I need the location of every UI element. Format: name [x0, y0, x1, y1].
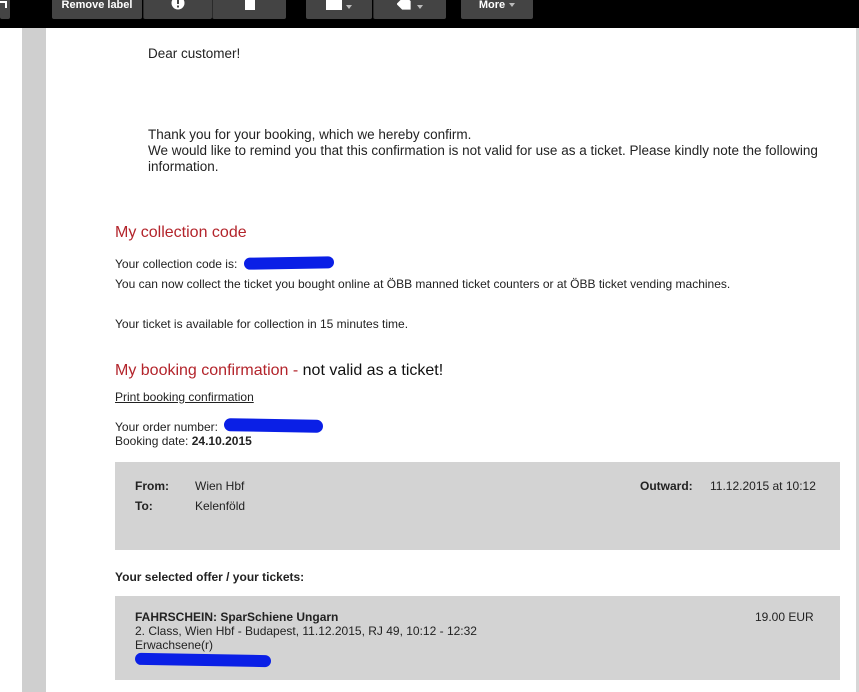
- booking-heading-black: not valid as a ticket!: [302, 362, 444, 379]
- order-number-label: Your order number:: [115, 420, 218, 434]
- booking-heading: My booking confirmation - not valid as a…: [115, 362, 443, 380]
- delete-icon: [244, 0, 255, 10]
- booking-heading-red: My booking confirmation -: [115, 362, 303, 379]
- labels-button[interactable]: [373, 0, 446, 19]
- to-label: To:: [135, 499, 153, 513]
- greeting: Dear customer!: [148, 46, 241, 61]
- outward-value: 11.12.2015 at 10:12: [710, 479, 816, 493]
- more-button[interactable]: More: [461, 0, 533, 19]
- redacted-passenger-name: [134, 652, 272, 668]
- collection-code-label: Your collection code is:: [115, 257, 238, 271]
- remind-line: We would like to remind you that this co…: [148, 143, 818, 158]
- chevron-down-icon: [417, 5, 423, 10]
- booking-date-value: 24.10.2015: [191, 434, 252, 448]
- available-info: Your ticket is available for collection …: [115, 317, 409, 331]
- left-margin: [0, 28, 22, 692]
- print-booking-link[interactable]: Print booking confirmation: [115, 390, 254, 404]
- redacted-order-number: [223, 418, 324, 433]
- left-gutter: [22, 28, 46, 692]
- print-link-wrap: Print booking confirmation: [115, 390, 254, 404]
- folder-icon: [326, 0, 342, 10]
- ticket-price: 19.00 EUR: [755, 610, 814, 624]
- remind-line-cont: information.: [148, 159, 219, 174]
- more-label: More: [478, 0, 506, 11]
- remove-label-button[interactable]: Remove label: [52, 0, 142, 19]
- report-spam-icon: [171, 0, 185, 10]
- thanks-line: Thank you for your booking, which we her…: [148, 127, 472, 142]
- from-label: From:: [135, 479, 169, 493]
- offer-heading: Your selected offer / your tickets:: [115, 570, 305, 584]
- chevron-down-icon: [346, 5, 352, 10]
- passenger-type: Erwachsene(r): [135, 638, 214, 652]
- redacted-collection-code: [243, 256, 335, 270]
- ticket-title: FAHRSCHEIN: SparSchiene Ungarn: [135, 610, 339, 624]
- collection-heading: My collection code: [115, 224, 247, 241]
- tab-icon[interactable]: [0, 0, 10, 19]
- report-spam-button[interactable]: [143, 0, 212, 19]
- ticket-panel: [115, 596, 840, 680]
- label-icon: [396, 0, 411, 10]
- from-value: Wien Hbf: [195, 479, 245, 493]
- chevron-down-icon: [509, 3, 516, 8]
- booking-date: Booking date: 24.10.2015: [115, 434, 252, 448]
- move-to-button[interactable]: [306, 0, 372, 19]
- booking-date-label: Booking date:: [115, 434, 189, 448]
- outward-label: Outward:: [640, 479, 693, 493]
- ticket-details: 2. Class, Wien Hbf - Budapest, 11.12.201…: [135, 624, 477, 638]
- delete-button[interactable]: [212, 0, 286, 19]
- collect-info: You can now collect the ticket you bough…: [115, 277, 731, 291]
- to-value: Kelenföld: [195, 499, 246, 513]
- remove-label-text: Remove label: [61, 0, 133, 11]
- toolbar: Remove label More: [0, 0, 859, 28]
